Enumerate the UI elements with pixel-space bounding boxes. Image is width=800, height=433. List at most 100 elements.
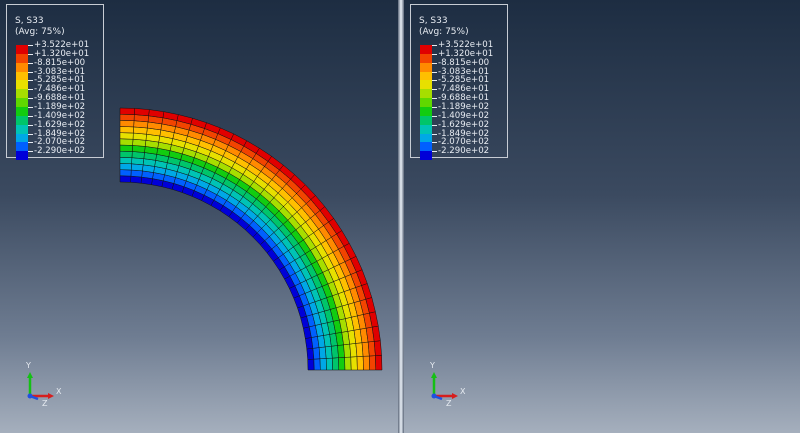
legend-averaging: (Avg: 75%) xyxy=(419,27,469,37)
viewport-right[interactable]: S, S33 (Avg: 75%) +3.522e+01 +1.320e+01 -8… xyxy=(404,0,800,433)
legend-tick xyxy=(28,151,33,153)
axis-label-y: Y xyxy=(26,361,31,370)
legend-tick xyxy=(28,124,33,126)
legend-tick xyxy=(432,133,437,135)
legend-row: -2.290e+02 xyxy=(16,147,102,161)
legend-tick xyxy=(28,106,33,108)
mesh-element xyxy=(319,358,327,371)
axis-label-y: Y xyxy=(430,361,435,370)
legend-swatch xyxy=(16,115,28,125)
legend-swatch xyxy=(16,133,28,143)
axis-label-z: Z xyxy=(42,399,48,408)
mesh-element xyxy=(119,144,133,152)
mesh-element xyxy=(338,357,346,371)
legend-swatch xyxy=(420,53,432,63)
viewport-left[interactable]: S, S33 (Avg: 75%) +3.522e+01 +1.320e+01 -8… xyxy=(0,0,398,433)
mesh-element xyxy=(375,355,383,371)
legend-swatch xyxy=(16,53,28,63)
legend-tick xyxy=(28,53,33,55)
legend-tick xyxy=(432,151,437,153)
legend-swatch xyxy=(16,62,28,72)
legend-swatch xyxy=(16,45,28,54)
legend-swatch xyxy=(420,115,432,125)
mesh-element xyxy=(344,356,352,371)
legend-tick xyxy=(432,89,437,91)
legend-tick xyxy=(432,142,437,144)
mesh-element xyxy=(119,150,133,158)
mesh-element xyxy=(369,355,377,371)
legend-left: S, S33 (Avg: 75%) +3.522e+01 +1.320e+01 -8… xyxy=(6,4,104,161)
legend-swatch xyxy=(420,71,432,81)
legend-tick xyxy=(28,115,33,117)
legend-tick xyxy=(432,115,437,117)
legend-tick xyxy=(28,71,33,73)
mesh-element xyxy=(119,132,134,140)
legend-swatch xyxy=(16,124,28,134)
legend-tick xyxy=(432,80,437,82)
legend-swatch xyxy=(420,142,432,152)
axis-label-z: Z xyxy=(446,399,452,408)
mesh-element xyxy=(307,358,315,371)
legend-swatch xyxy=(420,151,432,161)
legend-swatch xyxy=(16,89,28,99)
mesh-element xyxy=(332,357,340,371)
mesh-element xyxy=(313,358,321,371)
legend-tick xyxy=(432,62,437,64)
mesh-element xyxy=(134,108,150,117)
legend-tick xyxy=(432,106,437,108)
legend-title: S, S33 xyxy=(419,16,448,26)
mesh-element xyxy=(325,357,333,371)
mesh-element xyxy=(119,169,132,177)
legend-swatch xyxy=(420,62,432,72)
legend-swatch xyxy=(420,124,432,134)
mesh-element xyxy=(356,356,364,371)
legend-tick xyxy=(432,45,437,46)
legend-swatch xyxy=(420,106,432,116)
legend-tick xyxy=(28,80,33,82)
legend-value: -2.290e+02 xyxy=(438,146,490,157)
legend-swatch xyxy=(16,106,28,116)
legend-swatch xyxy=(420,98,432,108)
legend-title: S, S33 xyxy=(15,16,44,26)
legend-swatch xyxy=(16,98,28,108)
mesh-element xyxy=(119,113,135,121)
axis-label-x: X xyxy=(460,387,466,396)
mesh-element xyxy=(119,120,135,128)
mesh-element xyxy=(130,169,143,178)
mesh-element xyxy=(119,163,132,171)
legend-tick xyxy=(28,62,33,64)
mesh-element xyxy=(119,126,134,134)
mesh-element xyxy=(119,157,133,165)
axis-label-x: X xyxy=(56,387,62,396)
legend-tick xyxy=(28,98,33,100)
mesh-element xyxy=(312,347,321,360)
legend-tick xyxy=(28,133,33,135)
legend-row: -2.290e+02 xyxy=(420,147,506,161)
axis-triad-left: Y X Z xyxy=(20,360,70,410)
legend-swatch xyxy=(16,80,28,90)
legend-averaging: (Avg: 75%) xyxy=(15,27,65,37)
legend-tick xyxy=(28,142,33,144)
legend-swatch xyxy=(420,89,432,99)
legend-value: -2.290e+02 xyxy=(34,146,86,157)
legend-tick xyxy=(432,53,437,55)
legend-right: S, S33 (Avg: 75%) +3.522e+01 +1.320e+01 -8… xyxy=(410,4,508,161)
legend-swatch xyxy=(420,45,432,54)
legend-tick xyxy=(28,89,33,91)
mesh-element xyxy=(350,356,358,371)
legend-tick xyxy=(432,98,437,100)
legend-tick xyxy=(432,71,437,73)
legend-tick xyxy=(432,124,437,126)
mesh-element xyxy=(119,107,135,115)
mesh-element xyxy=(119,138,134,146)
mesh-element xyxy=(119,175,132,183)
legend-swatch xyxy=(16,151,28,161)
legend-swatch xyxy=(16,142,28,152)
legend-tick xyxy=(28,45,33,46)
legend-swatch xyxy=(420,80,432,90)
legend-swatch xyxy=(16,71,28,81)
mesh-element xyxy=(362,355,370,371)
legend-swatch xyxy=(420,133,432,143)
axis-triad-right: Y X Z xyxy=(424,360,474,410)
mesh-element xyxy=(373,340,382,356)
